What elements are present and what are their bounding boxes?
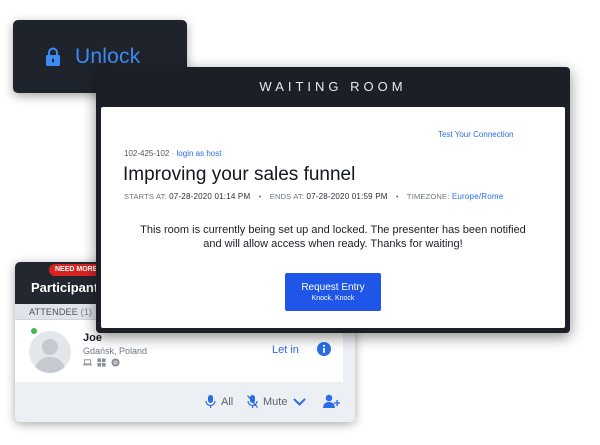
mute-label: Mute bbox=[263, 395, 288, 408]
room-title: Improving your sales funnel bbox=[123, 164, 356, 185]
request-entry-button[interactable]: Request Entry Knock, Knock bbox=[285, 273, 381, 311]
chrome-icon bbox=[111, 358, 120, 367]
waiting-room-content: Test Your Connection 102-425-102 · login… bbox=[101, 107, 565, 328]
meta-separator: · bbox=[171, 149, 175, 158]
room-meta: 102-425-102 · login as host bbox=[124, 149, 221, 158]
participant-location: Gdańsk, Poland bbox=[83, 346, 148, 356]
room-id: 102-425-102 bbox=[124, 149, 170, 158]
muted-microphone-icon bbox=[247, 395, 258, 408]
room-schedule: STARTS AT: 07-28-2020 01:14 PM • ENDS AT… bbox=[124, 192, 503, 201]
ends-value: 07-28-2020 01:59 PM bbox=[306, 192, 388, 201]
info-icon[interactable] bbox=[317, 342, 331, 356]
timezone-label: TIMEZONE: bbox=[406, 192, 450, 201]
participants-title: Participants bbox=[31, 280, 106, 295]
device-icons bbox=[83, 358, 120, 367]
avatar bbox=[29, 331, 71, 373]
mic-all-label: All bbox=[221, 395, 234, 408]
avatar-placeholder-icon bbox=[34, 339, 66, 373]
participant-name: Joe bbox=[83, 332, 102, 344]
test-connection-link[interactable]: Test Your Connection bbox=[438, 130, 514, 139]
schedule-bullet: • bbox=[258, 192, 262, 201]
request-entry-sublabel: Knock, Knock bbox=[311, 295, 355, 302]
waiting-room-window: WAITING ROOM Test Your Connection 102-42… bbox=[96, 67, 570, 333]
request-entry-label: Request Entry bbox=[301, 282, 365, 293]
unlock-label: Unlock bbox=[75, 44, 141, 68]
add-user-icon[interactable] bbox=[323, 394, 340, 408]
starts-label: STARTS AT: bbox=[124, 192, 167, 201]
microphone-icon bbox=[205, 395, 216, 408]
mic-all-button[interactable]: All bbox=[205, 395, 233, 408]
let-in-button[interactable]: Let in bbox=[272, 344, 299, 356]
chevron-down-icon[interactable] bbox=[293, 398, 306, 406]
attendee-label: ATTENDEE bbox=[29, 307, 78, 317]
windows-icon bbox=[97, 358, 106, 367]
waiting-message: This room is currently being set up and … bbox=[140, 224, 526, 250]
timezone-value[interactable]: Europe/Rome bbox=[452, 192, 504, 201]
schedule-bullet: • bbox=[395, 192, 399, 201]
attendee-count: (1) bbox=[80, 307, 93, 317]
starts-value: 07-28-2020 01:14 PM bbox=[169, 192, 251, 201]
laptop-icon bbox=[83, 359, 92, 366]
waiting-room-title: WAITING ROOM bbox=[259, 79, 407, 94]
participants-footer: All Mute bbox=[15, 382, 355, 422]
ends-label: ENDS AT: bbox=[269, 192, 305, 201]
online-status-dot bbox=[31, 328, 37, 334]
login-as-host-link[interactable]: login as host bbox=[177, 149, 222, 158]
lock-icon bbox=[46, 47, 60, 66]
mute-all-button[interactable]: Mute bbox=[247, 395, 287, 408]
